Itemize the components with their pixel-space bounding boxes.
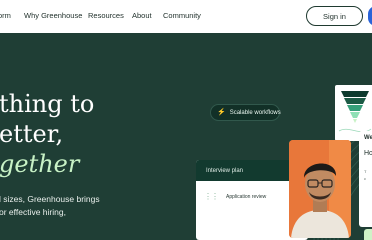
sign-in-button[interactable]: Sign in [306,6,363,26]
hero-headline-line-1: thing to [0,90,95,118]
hero-body-line-2: or effective hiring, [0,207,66,217]
interview-plan-title: Interview plan [206,167,244,174]
nav-link-resources[interactable]: Resources [88,11,124,20]
nav-link-community[interactable]: Community [163,11,201,20]
nav-link-platform[interactable]: orm [0,11,11,20]
message-card: We Ho T c [359,131,372,227]
nav-link-why-greenhouse[interactable]: Why Greenhouse [24,11,82,20]
message-card-line-2: Ho [364,150,372,157]
message-card-line-3: T [364,169,367,174]
top-navigation: orm Why Greenhouse Resources About Commu… [0,0,372,33]
candidate-photo [289,140,351,238]
decorative-green-block [364,229,372,240]
hero-headline-line-2: etter, [0,120,64,148]
nav-link-about[interactable]: About [132,11,152,20]
message-card-line-4: c [364,176,366,181]
interview-stage-label: Application review [226,194,267,200]
hero-body-line-1: l sizes, Greenhouse brings [0,194,100,204]
hero-headline-line-3: gether [0,150,80,178]
person-image [289,140,351,238]
scalable-workflows-pill: ⚡ Scalable workflows [210,104,281,121]
pill-label: Scalable workflows [229,109,281,116]
message-card-line-1: We [364,135,372,141]
hero-section: thing to etter, gether l sizes, Greenhou… [0,33,372,240]
lightning-icon: ⚡ [217,109,226,116]
drag-handle-icon[interactable]: ⋮⋮ [204,193,219,201]
demo-button[interactable] [368,6,372,26]
